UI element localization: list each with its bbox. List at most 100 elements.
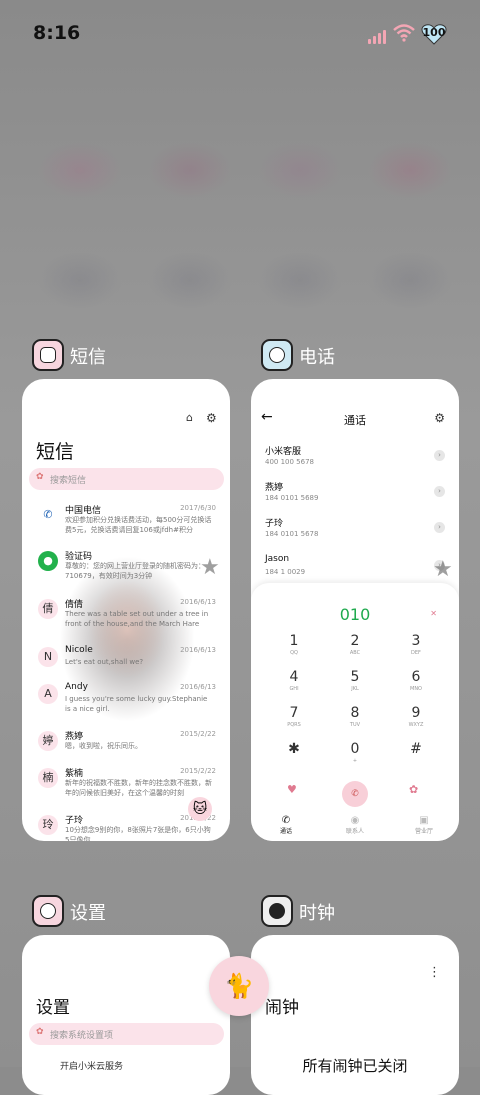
avatar: 倩 — [38, 599, 58, 619]
settings-app-icon — [32, 895, 64, 927]
message-preview: 嗯，收到啦，祝乐同乐。 — [65, 742, 142, 750]
clock-page-title: 闹钟 — [265, 998, 299, 1018]
no-alarms-text: 所有闹钟已关闭 — [302, 1057, 408, 1075]
contact-row[interactable]: 燕婷 184 0101 5689 › — [265, 480, 445, 512]
status-bar: 8:16 100 — [0, 0, 480, 66]
tab-contacts[interactable]: ◉ 联系人 — [330, 815, 380, 835]
battery-level: 100 — [422, 26, 446, 39]
clean-icon[interactable]: ⌂ — [186, 411, 193, 424]
message-row[interactable]: ● 验证码 尊敬的：您的网上营业厅登录的随机密码为：710679，有效时间为3分… — [22, 549, 230, 585]
phone-page-title: 通话 — [344, 414, 366, 427]
butterfly-icon: ✿ — [36, 1027, 44, 1037]
star-decoration: ★ — [200, 555, 220, 580]
delete-icon[interactable]: ✕ — [430, 609, 437, 618]
settings-app-label[interactable]: 设置 — [32, 895, 182, 929]
sender-name: Andy — [65, 682, 88, 692]
settings-search-placeholder: 搜索系统设置项 — [50, 1031, 114, 1041]
chevron-right-icon[interactable]: › — [434, 486, 445, 497]
avatar: 楠 — [38, 768, 58, 788]
dial-key[interactable]: 9 WXYZ — [396, 705, 436, 735]
contact-name: 子玲 — [265, 519, 284, 529]
message-date: 2017/6/30 — [180, 504, 216, 512]
dialpad: 010 ✕ 1 QQ 2 ABC 3 DEF 4 GHI 5 JKL 6 MNO 7 PQRS… — [251, 583, 459, 841]
dial-key[interactable]: 6 MNO — [396, 669, 436, 699]
phone-app-label[interactable]: 电话 — [261, 339, 411, 373]
contact-row[interactable]: 子玲 184 0101 5678 › — [265, 516, 445, 548]
wifi-icon — [393, 24, 415, 42]
dial-key[interactable]: 5 JKL — [335, 669, 375, 699]
phone-app-name: 电话 — [299, 347, 335, 368]
dial-key[interactable]: 7 PQRS — [274, 705, 314, 735]
settings-gear-icon[interactable]: ⚙ — [206, 411, 217, 425]
avatar: 玲 — [38, 815, 58, 835]
contact-number: 184 1 0029 — [265, 568, 306, 576]
heart-icon[interactable]: ♥ — [287, 783, 297, 796]
dial-key[interactable]: 2 ABC — [335, 633, 375, 663]
message-preview: 新年的祝福数不胜数，新年的挂念数不胜数，新年的问候依旧美好，在这个温馨的时刻 — [65, 779, 212, 797]
message-row[interactable]: N Nicole 2016/6/13 Let's eat out,shall w… — [22, 645, 230, 681]
avatar: 婷 — [38, 731, 58, 751]
settings-page-title: 设置 — [36, 998, 70, 1018]
message-preview: 10分想念9别的你，8张照片7张是你，6只小狗5只像你 — [65, 826, 211, 841]
contact-number: 400 100 5678 — [265, 458, 314, 466]
message-row[interactable]: A Andy 2016/6/13 I guess you're some luc… — [22, 682, 230, 718]
dial-key[interactable]: 8 TUV — [335, 705, 375, 735]
dial-key[interactable]: 4 GHI — [274, 669, 314, 699]
message-date: 2016/6/13 — [180, 646, 216, 654]
tab-calls[interactable]: ✆ 通话 — [261, 815, 311, 835]
star-decoration: ★ — [261, 641, 285, 671]
dial-key[interactable]: 3 DEF — [396, 633, 436, 663]
sms-app-label[interactable]: 短信 — [32, 339, 182, 373]
message-preview: There was a table set out under a tree i… — [65, 610, 209, 628]
clock-app-icon — [261, 895, 293, 927]
message-preview: 尊敬的：您的网上营业厅登录的随机密码为：710679，有效时间为3分钟 — [65, 562, 205, 580]
cat-icon[interactable]: 🐈 — [209, 956, 269, 1016]
contact-row[interactable]: Jason 184 1 0029 › — [265, 554, 445, 586]
chevron-right-icon[interactable]: › — [434, 450, 445, 461]
chevron-right-icon[interactable]: › — [434, 522, 445, 533]
contact-row[interactable]: 小米客服 400 100 5678 › — [265, 444, 445, 476]
store-icon: ▣ — [419, 815, 429, 826]
contact-name: 燕婷 — [265, 483, 284, 493]
sms-search-placeholder: 搜索短信 — [50, 476, 87, 486]
contact-number: 184 0101 5689 — [265, 494, 319, 502]
clock-app-label[interactable]: 时钟 — [261, 895, 411, 929]
more-menu-icon[interactable]: ⋮ — [428, 965, 441, 980]
person-icon: ◉ — [350, 815, 360, 826]
message-date: 2016/6/13 — [180, 683, 216, 691]
sms-app-name: 短信 — [70, 347, 106, 368]
sender-name: Nicole — [65, 645, 93, 655]
avatar: ● — [38, 551, 58, 571]
phone-card[interactable]: ← 通话 ⚙ 小米客服 400 100 5678 › 燕婷 184 0101 5… — [251, 379, 459, 841]
avatar: A — [38, 684, 58, 704]
butterfly-icon: ✿ — [36, 472, 44, 482]
avatar: N — [38, 647, 58, 667]
avatar: ✆ — [38, 505, 58, 525]
contact-name: 小米客服 — [265, 447, 302, 457]
message-row[interactable]: 倩 倩倩 2016/6/13 There was a table set out… — [22, 597, 230, 633]
mi-cloud-row[interactable]: 开启小米云服务 — [60, 1059, 123, 1072]
dial-display: 010 — [339, 605, 371, 624]
clock-app-name: 时钟 — [299, 903, 335, 924]
battery-icon: 100 — [421, 23, 447, 45]
message-date: 2015/2/22 — [180, 730, 216, 738]
star-decoration: ★ — [433, 557, 453, 582]
clock-time: 8:16 — [33, 22, 81, 44]
settings-gear-icon[interactable]: ⚙ — [434, 411, 445, 425]
sms-card[interactable]: ⌂ ⚙ 短信 ✿ 搜索短信 ✆ 中国电信 2017/6/30 欢迎参加积分兑换话… — [22, 379, 230, 841]
sms-page-title: 短信 — [36, 441, 75, 463]
message-row[interactable]: 婷 燕婷 2015/2/22 嗯，收到啦，祝乐同乐。 — [22, 729, 230, 765]
settings-app-name: 设置 — [70, 903, 106, 924]
call-button[interactable]: ✆ — [342, 781, 368, 807]
signal-icon — [368, 28, 388, 44]
clock-card[interactable]: ⋮ 闹钟 所有闹钟已关闭 — [251, 935, 459, 1095]
message-row[interactable]: ✆ 中国电信 2017/6/30 欢迎参加积分兑换话费活动，每500分可兑换话费… — [22, 503, 230, 539]
contact-name: Jason — [265, 554, 290, 564]
settings-card[interactable]: 设置 ✿ 搜索系统设置项 开启小米云服务 — [22, 935, 230, 1095]
dial-key[interactable]: 0 + — [335, 741, 375, 771]
message-date: 2015/2/22 — [180, 767, 216, 775]
tab-store[interactable]: ▣ 营业厅 — [399, 815, 449, 835]
star-decoration: ★ — [401, 763, 425, 793]
message-preview: I guess you're some lucky guy.Stephanie … — [65, 695, 208, 713]
dial-key[interactable]: ✱ — [274, 741, 314, 771]
